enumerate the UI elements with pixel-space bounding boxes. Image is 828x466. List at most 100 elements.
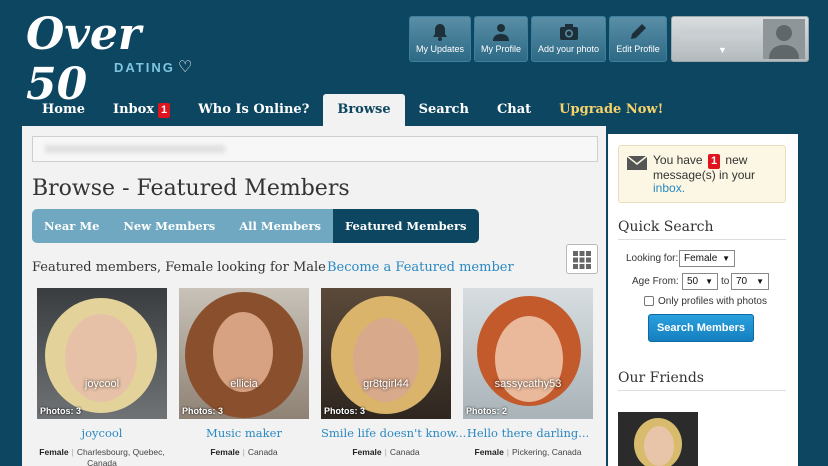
nav-who-is-online[interactable]: Who Is Online? [184, 94, 323, 126]
main-content: Browse - Featured Members Near Me New Me… [22, 126, 606, 466]
inbox-count-badge: 1 [158, 103, 171, 118]
age-from-value: 50 [687, 276, 699, 287]
my-profile-button[interactable]: My Profile [474, 16, 528, 62]
meta-separator: | [71, 447, 74, 457]
nav-search[interactable]: Search [405, 94, 483, 126]
member-photo-username: ellicia [230, 378, 258, 390]
member-headline[interactable]: joycool [37, 426, 167, 440]
member-photo-username: joycool [84, 378, 120, 390]
message-notice-text: You have 1 new message(s) in your inbox. [653, 154, 783, 195]
tab-all-members[interactable]: All Members [227, 209, 334, 243]
looking-for-label: Looking for: [626, 253, 679, 264]
blurred-banner [32, 136, 598, 162]
age-to-value: 70 [736, 276, 748, 287]
main-nav: Home Inbox 1 Who Is Online? Browse Search… [28, 94, 677, 126]
add-photo-button[interactable]: Add your photo [531, 16, 606, 62]
quick-search-title: Quick Search [618, 219, 714, 235]
nav-inbox[interactable]: Inbox 1 [99, 94, 184, 126]
edit-profile-button[interactable]: Edit Profile [609, 16, 667, 62]
photos-only-label: Only profiles with photos [658, 296, 767, 307]
member-gender: Female [210, 447, 240, 457]
photos-only-checkbox[interactable] [644, 296, 654, 306]
envelope-icon [627, 156, 647, 170]
member-headline[interactable]: Hello there darling... [463, 426, 593, 440]
member-card: sassycathy53 Photos: 2 Hello there darli… [463, 288, 593, 458]
sidebar: You have 1 new message(s) in your inbox.… [608, 134, 798, 466]
my-profile-label: My Profile [480, 44, 521, 54]
age-from-label: Age From: [632, 276, 679, 287]
become-featured-link[interactable]: Become a Featured member [327, 260, 514, 275]
member-location: Canada [389, 447, 420, 457]
member-meta: Female | Canada [179, 447, 309, 458]
blurred-username [680, 29, 760, 39]
site-logo[interactable]: Over 50 DATING ♡ [26, 10, 216, 110]
meta-separator: | [506, 447, 510, 457]
page-title: Browse - Featured Members [32, 176, 350, 201]
search-members-button[interactable]: Search Members [648, 314, 754, 342]
my-updates-button[interactable]: My Updates [409, 16, 471, 62]
member-gender: Female [39, 447, 69, 457]
member-card: joycool Photos: 3 joycool Female | Charles… [37, 288, 167, 466]
nav-chat[interactable]: Chat [483, 94, 545, 126]
photo-count: Photos: 3 [324, 406, 366, 416]
friend-photo[interactable] [618, 412, 698, 466]
nav-home[interactable]: Home [28, 94, 99, 126]
tab-near-me[interactable]: Near Me [32, 209, 112, 243]
member-card: ellicia Photos: 3 Music maker Female | Can… [179, 288, 309, 458]
user-menu[interactable]: ▼ [671, 16, 809, 62]
member-photo[interactable]: ellicia Photos: 3 [179, 288, 309, 419]
nav-browse[interactable]: Browse [323, 94, 405, 126]
user-icon [493, 24, 509, 41]
age-from-select[interactable]: 50 ▼ [682, 273, 718, 290]
edit-profile-label: Edit Profile [616, 44, 660, 54]
member-photo[interactable]: gr8tgirl44 Photos: 3 [321, 288, 451, 419]
member-gender: Female [352, 447, 382, 457]
age-to-select[interactable]: 70 ▼ [731, 273, 769, 290]
meta-separator: | [384, 447, 387, 457]
results-subheading: Featured members, Female looking for Mal… [32, 260, 326, 275]
member-photo-username: gr8tgirl44 [363, 378, 409, 390]
photo-count: Photos: 3 [182, 406, 224, 416]
our-friends-title: Our Friends [618, 370, 704, 386]
bell-icon [433, 24, 447, 41]
chevron-down-icon: ▼ [705, 277, 713, 286]
photo-count: Photos: 3 [40, 406, 82, 416]
looking-for-value: Female [684, 253, 718, 264]
pencil-icon [631, 24, 646, 39]
avatar [763, 19, 805, 59]
grid-icon [573, 251, 591, 269]
browse-tabs: Near Me New Members All Members Featured… [32, 209, 479, 243]
camera-icon [559, 24, 578, 40]
member-location: Pickering, Canada [512, 447, 582, 457]
heart-icon: ♡ [178, 59, 193, 76]
grid-view-button[interactable] [566, 244, 598, 274]
tab-featured-members[interactable]: Featured Members [333, 209, 479, 243]
chevron-down-icon: ▼ [722, 254, 730, 263]
member-location: Charlesbourg, Quebec, Canada [76, 447, 165, 466]
member-photo[interactable]: joycool Photos: 3 [37, 288, 167, 419]
nav-upgrade[interactable]: Upgrade Now! [545, 94, 677, 126]
member-photo[interactable]: sassycathy53 Photos: 2 [463, 288, 593, 419]
message-notice: You have 1 new message(s) in your inbox. [618, 145, 786, 203]
nav-inbox-label: Inbox [112, 102, 155, 117]
looking-for-select[interactable]: Female ▼ [679, 250, 735, 267]
divider [618, 390, 786, 391]
member-headline[interactable]: Smile life doesn't know... [321, 426, 466, 440]
inbox-link[interactable]: inbox. [653, 181, 685, 195]
caret-down-icon: ▼ [718, 45, 727, 55]
chevron-down-icon: ▼ [756, 277, 764, 286]
photo-count: Photos: 2 [466, 406, 508, 416]
member-headline[interactable]: Music maker [179, 426, 309, 440]
my-updates-label: My Updates [415, 44, 465, 54]
blurred-banner-text [45, 145, 225, 153]
member-meta: Female | Pickering, Canada [463, 447, 593, 458]
meta-separator: | [242, 447, 245, 457]
add-photo-label: Add your photo [537, 44, 600, 54]
message-count-badge: 1 [707, 154, 721, 169]
divider [618, 239, 786, 240]
member-meta: Female | Canada [321, 447, 451, 458]
member-meta: Female | Charlesbourg, Quebec, Canada [37, 447, 167, 466]
tab-new-members[interactable]: New Members [111, 209, 228, 243]
member-card: gr8tgirl44 Photos: 3 Smile life doesn't … [321, 288, 466, 458]
member-photo-username: sassycathy53 [494, 378, 562, 390]
